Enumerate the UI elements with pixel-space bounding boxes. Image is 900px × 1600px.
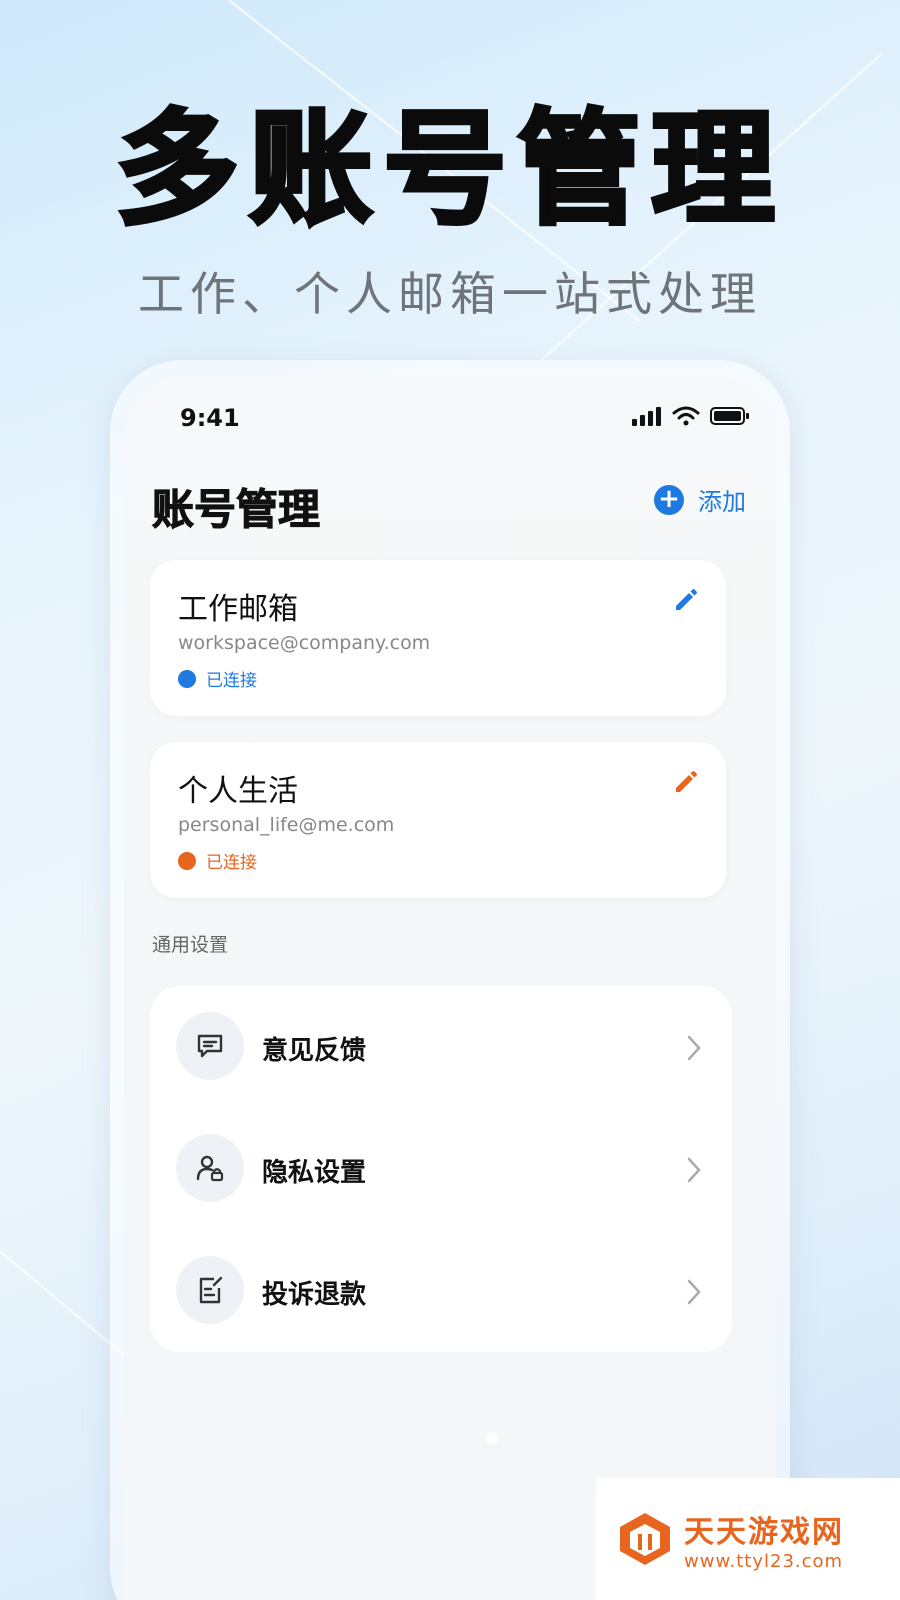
account-email: personal_life@me.com — [178, 814, 395, 836]
chevron-right-icon — [687, 1157, 701, 1183]
setting-item-privacy[interactable]: 隐私设置 — [150, 1108, 732, 1230]
watermark: 天天游戏网 www.ttyl23.com — [596, 1478, 900, 1600]
account-card-personal[interactable]: 个人生活 personal_life@me.com 已连接 — [150, 742, 726, 898]
watermark-text: 天天游戏网 www.ttyl23.com — [684, 1507, 844, 1572]
page-title: 账号管理 — [151, 485, 321, 535]
status-label: 已连接 — [206, 853, 257, 873]
battery-icon — [710, 407, 749, 425]
setting-item-feedback[interactable]: 意见反馈 — [150, 986, 732, 1108]
status-dot — [178, 851, 196, 870]
account-status: 已连接 — [178, 666, 257, 691]
watermark-logo-icon — [620, 1513, 670, 1565]
signal-icon — [632, 407, 661, 426]
setting-icon-wrap — [176, 1256, 244, 1324]
wifi-icon — [672, 406, 700, 426]
settings-panel: 意见反馈 隐私设置 投诉退款 — [150, 986, 732, 1352]
setting-icon-wrap — [176, 1134, 244, 1202]
add-account-button[interactable]: + 添加 — [654, 482, 746, 517]
account-name: 个人生活 — [178, 774, 298, 809]
setting-label: 意见反馈 — [262, 1036, 367, 1066]
account-status: 已连接 — [178, 848, 257, 873]
watermark-title: 天天游戏网 — [684, 1514, 844, 1550]
account-card-work[interactable]: 工作邮箱 workspace@company.com 已连接 — [150, 560, 726, 716]
phone-screen: 9:41 账号管理 + 添加 工作邮箱 workspace@company.co… — [124, 376, 776, 1600]
setting-label: 投诉退款 — [262, 1280, 367, 1310]
status-icons — [632, 406, 750, 426]
account-name: 工作邮箱 — [178, 592, 298, 627]
setting-item-complaint-refund[interactable]: 投诉退款 — [150, 1230, 732, 1352]
status-dot — [178, 669, 196, 688]
setting-icon-wrap — [176, 1012, 244, 1080]
watermark-url: www.ttyl23.com — [684, 1550, 844, 1572]
message-icon — [197, 1034, 223, 1058]
account-email: workspace@company.com — [178, 632, 431, 654]
document-edit-icon — [199, 1276, 223, 1304]
hero-title: 多账号管理 — [113, 98, 785, 242]
chevron-right-icon — [687, 1279, 701, 1305]
plus-icon: + — [654, 484, 684, 515]
status-bar: 9:41 — [124, 404, 776, 444]
hero-subtitle: 工作、个人邮箱一站式处理 — [138, 267, 762, 321]
pencil-icon[interactable] — [672, 586, 700, 614]
user-lock-icon — [196, 1155, 224, 1182]
phone-frame: 9:41 账号管理 + 添加 工作邮箱 workspace@company.co… — [110, 360, 790, 1600]
chevron-right-icon — [687, 1035, 701, 1061]
page-indicator-dot — [486, 1432, 498, 1444]
setting-label: 隐私设置 — [262, 1158, 367, 1188]
status-time: 9:41 — [180, 404, 240, 432]
add-account-label: 添加 — [698, 488, 746, 516]
section-label: 通用设置 — [152, 934, 229, 956]
status-label: 已连接 — [206, 671, 257, 691]
pencil-icon[interactable] — [672, 768, 700, 796]
